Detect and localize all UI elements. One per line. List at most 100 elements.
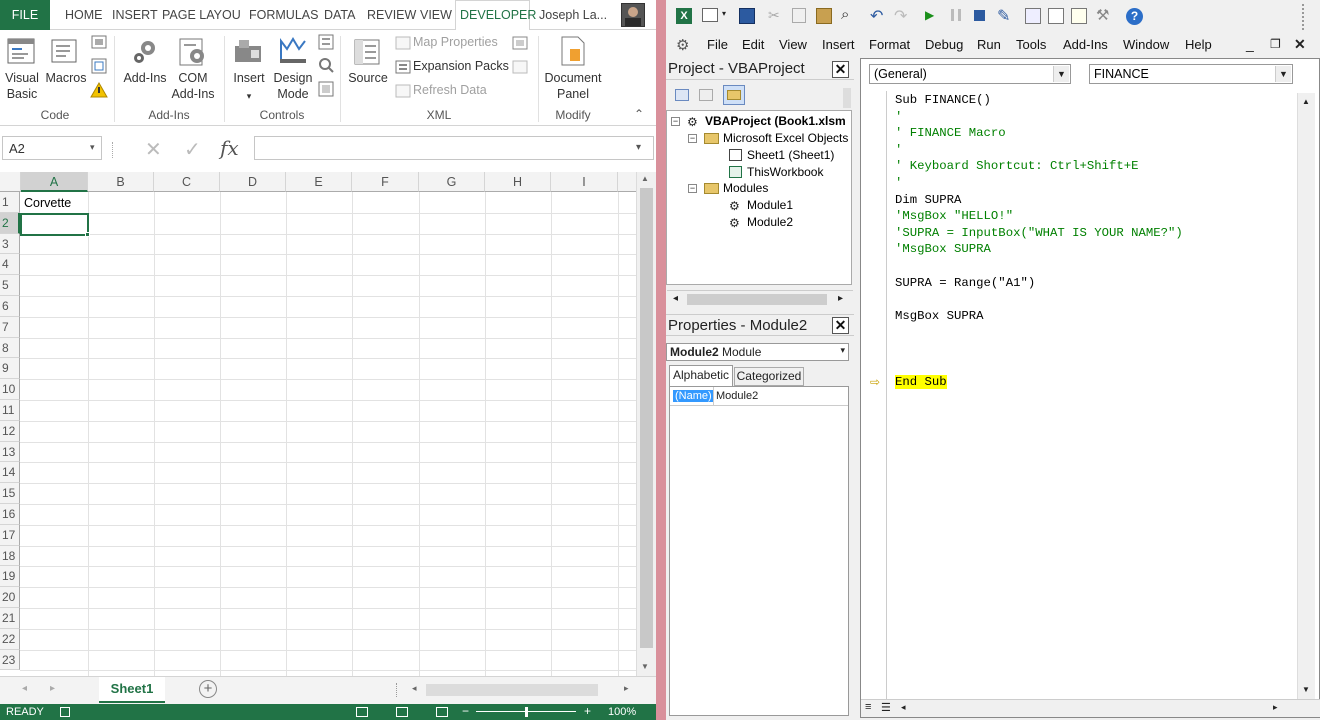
row-header[interactable]: 22 xyxy=(0,628,20,650)
zoom-level[interactable]: 100% xyxy=(608,706,636,718)
toggle-folders-button[interactable] xyxy=(723,85,745,105)
scroll-left-icon[interactable]: ◂ xyxy=(673,293,678,304)
chevron-down-icon[interactable]: ▾ xyxy=(90,142,95,153)
copy-icon[interactable] xyxy=(792,8,806,23)
paste-icon[interactable] xyxy=(816,8,832,24)
tab-insert[interactable]: INSERT xyxy=(112,8,158,22)
enter-icon[interactable]: ✓ xyxy=(184,137,201,162)
row-header[interactable]: 23 xyxy=(0,649,20,671)
next-sheet-icon[interactable]: ▸ xyxy=(50,683,55,694)
code-editor[interactable]: Sub FINANCE() ' ' FINANCE Macro ' ' Keyboard… xyxy=(887,93,1297,693)
cut-icon[interactable]: ✂ xyxy=(768,7,780,24)
insert-module-icon[interactable] xyxy=(702,8,718,22)
view-excel-icon[interactable]: X xyxy=(676,8,692,24)
object-browser-icon[interactable] xyxy=(1071,8,1087,24)
record-macro-icon[interactable] xyxy=(90,33,108,54)
close-project-explorer-button[interactable]: ✕ xyxy=(832,61,849,78)
chevron-down-icon[interactable]: ▼ xyxy=(1275,66,1291,82)
code-line[interactable]: 'SUPRA = InputBox("WHAT IS YOUR NAME?") xyxy=(895,226,1183,240)
code-hscrollbar[interactable]: ≡ ☰ ◂ ▸ xyxy=(861,699,1320,717)
scroll-down-icon[interactable]: ▼ xyxy=(641,662,649,671)
active-cell-a2[interactable] xyxy=(20,213,89,236)
redo-icon[interactable]: ↷ xyxy=(894,6,907,26)
code-line[interactable]: ' FINANCE Macro xyxy=(895,126,1006,140)
page-break-view-icon[interactable] xyxy=(436,707,448,717)
prev-sheet-icon[interactable]: ◂ xyxy=(22,683,27,694)
menu-debug[interactable]: Debug xyxy=(925,37,963,52)
name-box[interactable]: A2 xyxy=(2,136,102,160)
code-line[interactable]: ' Keyboard Shortcut: Ctrl+Shift+E xyxy=(895,159,1139,173)
row-header[interactable]: 4 xyxy=(0,254,20,276)
page-layout-view-icon[interactable] xyxy=(396,707,408,717)
macro-security-icon[interactable] xyxy=(90,81,108,102)
procedure-view-icon[interactable]: ≡ xyxy=(865,701,871,713)
row-header[interactable]: 6 xyxy=(0,296,20,317)
scroll-right-icon[interactable]: ▸ xyxy=(838,293,843,304)
full-module-view-icon[interactable]: ☰ xyxy=(881,701,891,714)
zoom-slider-thumb[interactable] xyxy=(525,707,528,717)
tab-file[interactable]: FILE xyxy=(0,0,50,30)
scroll-left-icon[interactable]: ◂ xyxy=(901,702,906,713)
column-header-g[interactable]: G xyxy=(419,172,485,192)
view-code-icon[interactable] xyxy=(675,89,689,101)
map-properties-button[interactable]: Map Properties xyxy=(413,35,498,49)
help-icon[interactable]: ? xyxy=(1126,8,1143,25)
tree-item-thisworkbook[interactable]: ThisWorkbook xyxy=(747,165,823,179)
properties-icon[interactable] xyxy=(318,34,334,53)
code-line[interactable]: Dim SUPRA xyxy=(895,193,961,207)
column-header-i[interactable]: I xyxy=(551,172,618,192)
macros-button[interactable]: Macros xyxy=(44,70,88,86)
insert-controls-button[interactable]: Insert xyxy=(228,70,270,86)
row-header[interactable]: 5 xyxy=(0,275,20,296)
row-header[interactable]: 12 xyxy=(0,420,20,442)
code-line[interactable]: 'MsgBox SUPRA xyxy=(895,242,991,256)
menu-file[interactable]: File xyxy=(707,37,728,52)
object-combo[interactable]: (General) ▼ xyxy=(869,64,1071,84)
scroll-thumb[interactable] xyxy=(640,188,653,648)
row-header[interactable]: 3 xyxy=(0,233,20,255)
cancel-icon[interactable]: ✕ xyxy=(145,137,162,162)
menu-tools[interactable]: Tools xyxy=(1016,37,1046,52)
tab-data[interactable]: DATA xyxy=(324,8,355,22)
import-icon[interactable] xyxy=(512,35,528,54)
collapse-icon[interactable]: − xyxy=(671,117,680,126)
fill-handle[interactable] xyxy=(85,232,90,237)
com-add-ins-button[interactable]: COM Add-Ins xyxy=(168,70,218,102)
user-name[interactable]: Joseph La... xyxy=(539,8,607,22)
tree-item-vbaproject[interactable]: VBAProject (Book1.xlsm xyxy=(705,114,846,128)
tree-item-excel-objects[interactable]: Microsoft Excel Objects xyxy=(723,131,848,145)
minimize-icon[interactable]: _ xyxy=(1246,36,1254,52)
column-header-c[interactable]: C xyxy=(154,172,220,192)
properties-window-icon[interactable] xyxy=(1048,8,1064,24)
undo-icon[interactable]: ↶ xyxy=(870,6,883,26)
row-header[interactable]: 1 xyxy=(0,192,20,213)
vbe-app-icon[interactable]: ⚙ xyxy=(676,36,689,54)
row-header[interactable]: 14 xyxy=(0,462,20,484)
menu-help[interactable]: Help xyxy=(1185,37,1212,52)
worksheet-grid[interactable]: A B C D E F G H I 1 2 3 4 5 6 7 8 9 10 11 12 13 14 15 1… xyxy=(0,172,636,678)
row-header[interactable]: 17 xyxy=(0,524,20,546)
sheet-tab-sheet1[interactable]: Sheet1 xyxy=(99,677,165,703)
relative-references-icon[interactable] xyxy=(90,57,108,78)
cell-a1[interactable]: Corvette xyxy=(24,196,71,210)
insert-dropdown-icon[interactable]: ▾ xyxy=(722,9,726,18)
macro-record-icon[interactable] xyxy=(60,707,70,717)
project-pane-scroll[interactable] xyxy=(843,88,851,108)
horizontal-scrollbar[interactable] xyxy=(426,684,598,696)
column-header-h[interactable]: H xyxy=(485,172,551,192)
source-button[interactable]: Source xyxy=(345,70,391,86)
project-tree[interactable]: − ⚙ VBAProject (Book1.xlsm − Microsoft E… xyxy=(666,110,853,308)
column-header-e[interactable]: E xyxy=(286,172,352,192)
tree-item-modules[interactable]: Modules xyxy=(723,181,768,195)
procedure-combo[interactable]: FINANCE ▼ xyxy=(1089,64,1293,84)
column-header-b[interactable]: B xyxy=(88,172,154,192)
insert-function-icon[interactable]: fx xyxy=(220,136,239,160)
row-header[interactable]: 20 xyxy=(0,587,20,608)
avatar[interactable] xyxy=(621,3,645,27)
add-ins-button[interactable]: Add-Ins xyxy=(118,70,172,86)
properties-object-select[interactable]: Module2 Module ▾ xyxy=(666,343,849,361)
tab-view[interactable]: VIEW xyxy=(420,8,452,22)
tab-categorized[interactable]: Categorized xyxy=(734,367,804,386)
refresh-data-button[interactable]: Refresh Data xyxy=(413,83,487,97)
menu-format[interactable]: Format xyxy=(869,37,910,52)
